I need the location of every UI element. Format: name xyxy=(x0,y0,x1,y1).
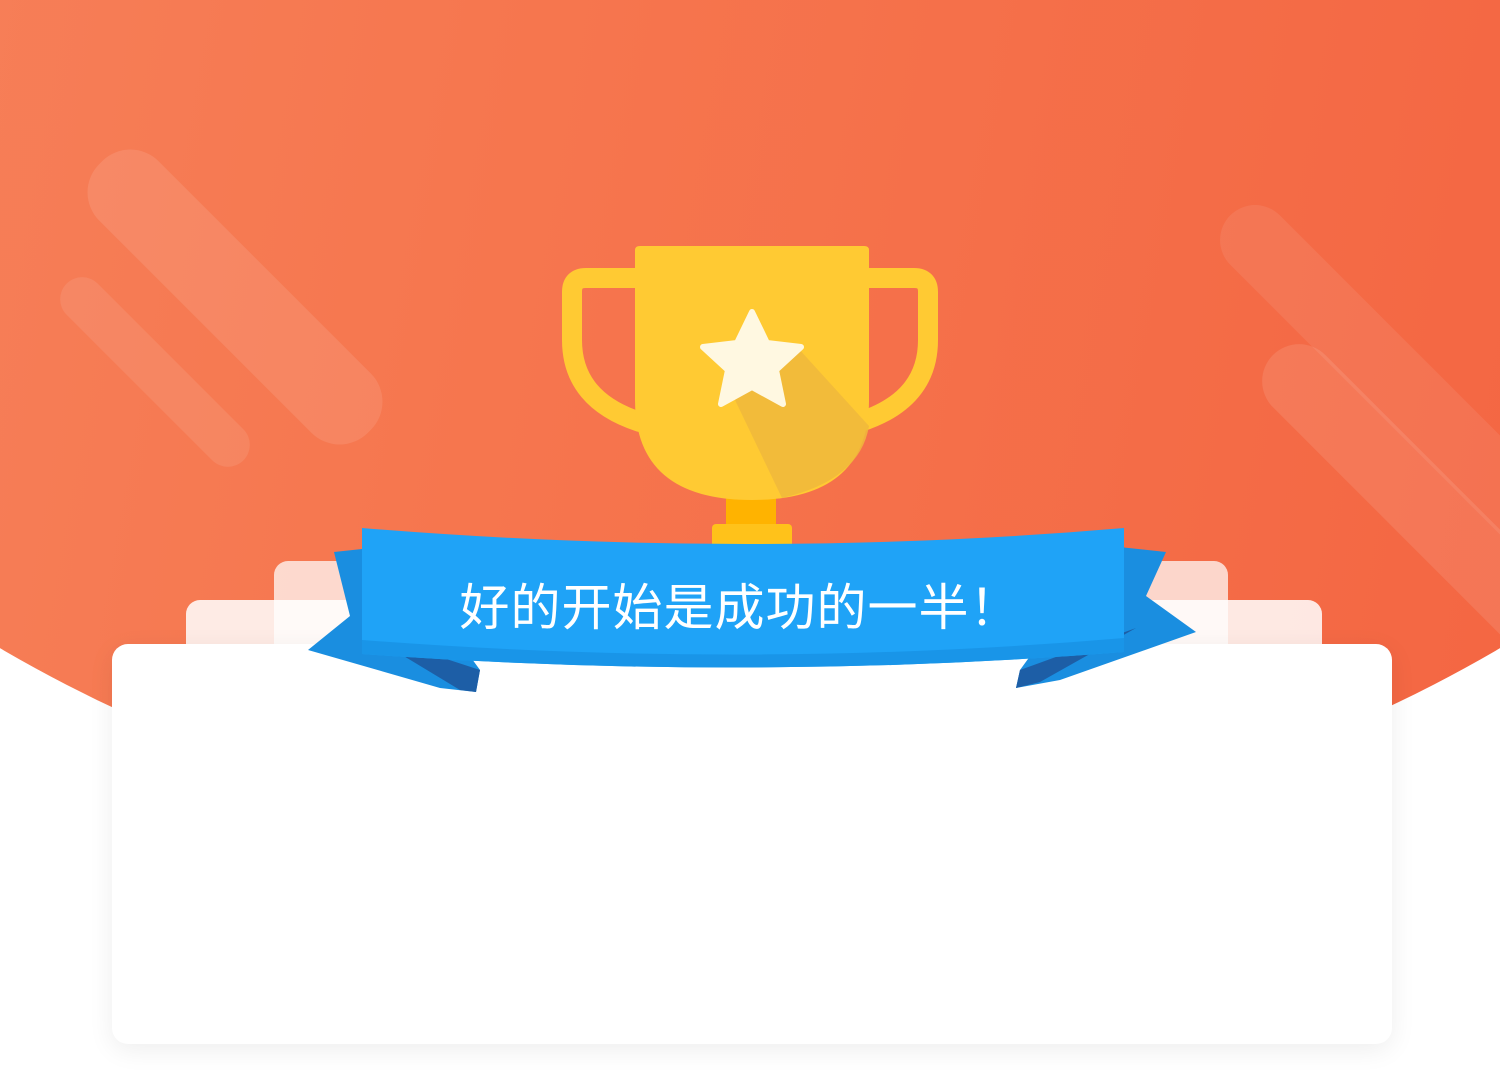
trophy-icon xyxy=(562,246,938,552)
decor-streak xyxy=(70,132,400,462)
content-card xyxy=(112,644,1392,1044)
achievement-screen: 好的开始是成功的一半！ xyxy=(0,0,1500,1084)
banner-message: 好的开始是成功的一半！ xyxy=(459,579,1021,637)
